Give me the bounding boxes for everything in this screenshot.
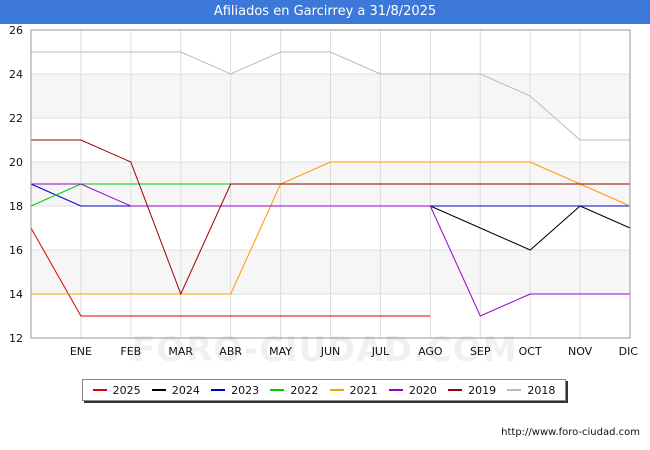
x-tick-label: OCT — [519, 345, 542, 358]
source-link[interactable]: http://www.foro-ciudad.com — [501, 427, 640, 438]
legend-swatch — [448, 389, 463, 391]
legend-label: 2021 — [349, 383, 378, 397]
legend-label: 2020 — [408, 383, 437, 397]
chart-title: Afiliados en Garcirrey a 31/8/2025 — [0, 0, 650, 24]
y-tick-label: 18 — [9, 200, 23, 213]
y-tick-labels: 12 14 16 18 20 22 24 26 — [9, 24, 23, 345]
legend-item-2024: 2024 — [151, 383, 200, 397]
y-tick-label: 22 — [9, 112, 23, 125]
y-tick-label: 20 — [9, 156, 23, 169]
y-tick-label: 24 — [9, 68, 23, 81]
y-tick-label: 16 — [9, 244, 23, 257]
legend-item-2021: 2021 — [329, 383, 378, 397]
legend-item-2023: 2023 — [211, 384, 259, 397]
legend-swatch — [92, 389, 107, 391]
legend-swatch — [151, 389, 166, 391]
legend-label: 2018 — [527, 383, 556, 397]
y-tick-label: 26 — [9, 24, 23, 37]
legend-swatch — [211, 389, 226, 391]
legend-swatch — [388, 389, 403, 391]
legend-item-2018: 2018 — [507, 384, 555, 397]
watermark: FORO-CIUDAD.COM — [132, 330, 518, 370]
legend-label: 2019 — [468, 383, 497, 397]
x-tick-label: NOV — [568, 345, 593, 358]
legend-swatch — [329, 389, 344, 391]
legend-swatch — [507, 389, 522, 391]
legend-item-2019: 2019 — [448, 384, 496, 397]
y-tick-label: 14 — [9, 288, 23, 301]
legend-label: 2025 — [112, 383, 141, 397]
legend-label: 2023 — [231, 383, 260, 397]
legend-label: 2022 — [290, 383, 319, 397]
legend-item-2020: 2020 — [388, 383, 437, 397]
x-tick-label: ENE — [70, 345, 92, 358]
legend-label: 2024 — [171, 383, 200, 397]
legend-item-2025: 2025 — [92, 383, 141, 397]
x-tick-label: DIC — [619, 345, 639, 358]
legend: 2025 2024 2023 2022 2021 2020 2019 2018 — [82, 379, 566, 401]
y-tick-label: 12 — [9, 332, 23, 345]
legend-swatch — [270, 389, 285, 391]
legend-item-2022: 2022 — [270, 384, 318, 397]
